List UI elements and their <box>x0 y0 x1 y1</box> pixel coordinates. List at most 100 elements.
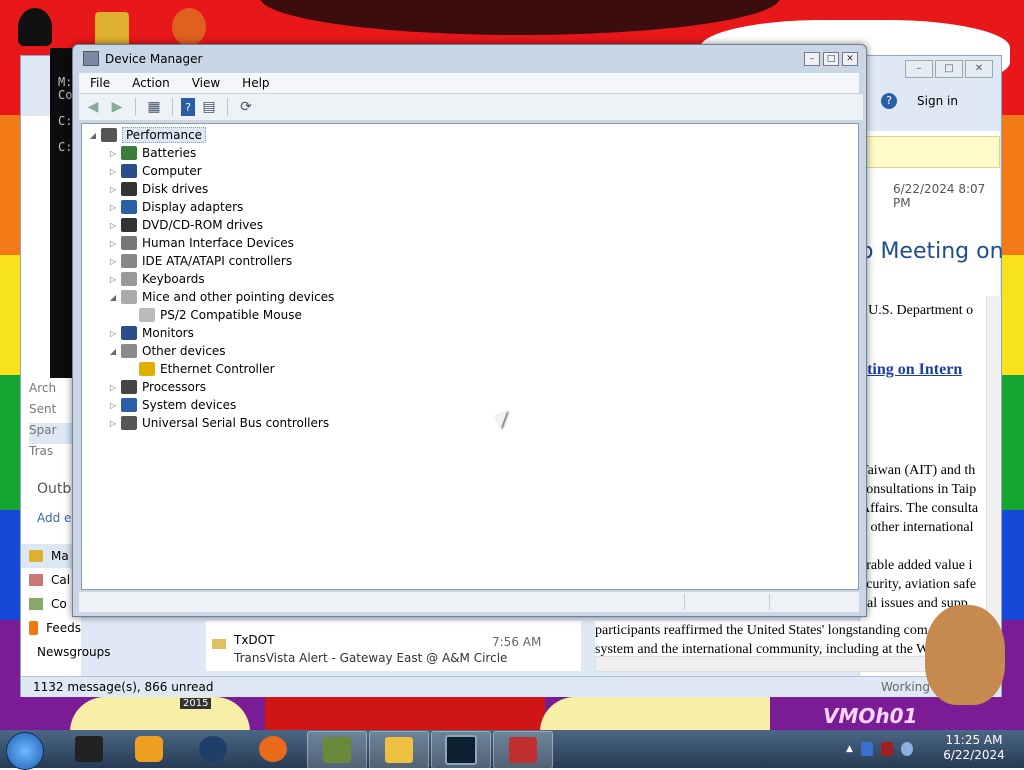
device-category[interactable]: ▷ Human Interface Devices <box>108 234 294 252</box>
message-sender[interactable]: TxDOT <box>234 633 274 647</box>
taskbar-clock[interactable]: 11:25 AM 6/22/2024 <box>942 733 1006 763</box>
message-link[interactable]: eting on Intern <box>860 361 962 379</box>
wallpaper-figure <box>265 697 545 732</box>
device-item[interactable]: PS/2 Compatible Mouse <box>126 306 302 324</box>
folder-item[interactable]: Spar <box>29 423 74 444</box>
device-tree: ◢ Performance ▷ Batteries ▷ Computer ▷ Disk d… <box>81 123 859 590</box>
collapsed-arrow-icon[interactable]: ▷ <box>108 221 118 230</box>
collapsed-arrow-icon[interactable]: ▷ <box>108 203 118 212</box>
menu-file[interactable]: File <box>79 76 121 90</box>
maximize-button[interactable]: □ <box>823 52 839 66</box>
device-category[interactable]: ▷ Display adapters <box>108 198 243 216</box>
device-manager-window[interactable]: Device Manager – □ ✕ File Action View He… <box>72 44 867 617</box>
wallpaper-figure <box>70 697 250 732</box>
device-category[interactable]: ▷ Disk drives <box>108 180 208 198</box>
device-label: Universal Serial Bus controllers <box>142 416 330 430</box>
toolbar-separator <box>227 98 228 116</box>
taskbar-app-network[interactable] <box>184 731 242 767</box>
device-category[interactable]: ▷ Keyboards <box>108 270 205 288</box>
device-icon <box>121 416 137 430</box>
device-category[interactable]: ▷ Universal Serial Bus controllers <box>108 414 329 432</box>
taskbar-app-outlook-express[interactable] <box>369 731 429 769</box>
status-segment <box>769 594 770 610</box>
taskbar-app-media-player[interactable] <box>120 731 178 767</box>
cmd-icon <box>445 735 477 765</box>
device-label: Monitors <box>142 326 194 340</box>
device-icon <box>121 326 137 340</box>
taskbar-app-cmd[interactable] <box>431 731 491 769</box>
taskbar-app-box[interactable] <box>307 731 367 769</box>
nav-item-newsgroups[interactable]: Newsgroups <box>21 640 111 664</box>
device-label: Keyboards <box>142 272 205 286</box>
folder-item[interactable]: Sent <box>29 402 74 423</box>
expanded-arrow-icon[interactable]: ◢ <box>108 293 118 302</box>
device-category[interactable]: ▷ Batteries <box>108 144 196 162</box>
scan-hardware-icon[interactable]: ⟳ <box>236 98 256 116</box>
message-date: 6/22/2024 8:07 PM <box>893 182 986 210</box>
folder-item[interactable]: Arch <box>29 381 74 402</box>
device-category[interactable]: ▷ DVD/CD-ROM drives <box>108 216 263 234</box>
close-button[interactable]: ✕ <box>842 52 858 66</box>
collapsed-arrow-icon[interactable]: ▷ <box>108 257 118 266</box>
device-icon <box>121 218 137 232</box>
device-label: Display adapters <box>142 200 244 214</box>
add-favorite-link[interactable]: Add e <box>37 511 71 525</box>
contacts-icon <box>29 598 43 610</box>
taskbar-app-firefox[interactable] <box>244 731 302 767</box>
minimize-button[interactable]: – <box>804 52 820 66</box>
taskbar-app-device-manager[interactable] <box>493 731 553 769</box>
network-tray-icon[interactable] <box>860 742 873 756</box>
expanded-arrow-icon[interactable]: ◢ <box>88 131 98 140</box>
collapsed-arrow-icon[interactable]: ▷ <box>108 419 118 428</box>
back-icon[interactable]: ◀ <box>83 98 103 116</box>
collapsed-arrow-icon[interactable]: ▷ <box>108 275 118 284</box>
action-center-icon[interactable] <box>880 742 893 756</box>
expanded-arrow-icon[interactable]: ◢ <box>108 347 118 356</box>
start-button[interactable] <box>6 732 44 770</box>
device-category[interactable]: ▷ System devices <box>108 396 236 414</box>
device-category[interactable]: ▷ IDE ATA/ATAPI controllers <box>108 252 292 270</box>
sign-in-link[interactable]: Sign in <box>917 94 958 108</box>
message-subject[interactable]: TransVista Alert - Gateway East @ A&M Ci… <box>234 651 507 665</box>
tree-root[interactable]: ◢ Performance <box>88 126 207 144</box>
app-desktop-icon[interactable] <box>172 8 206 46</box>
info-bar[interactable] <box>860 136 1000 168</box>
menu-action[interactable]: Action <box>121 76 181 90</box>
collapsed-arrow-icon[interactable]: ▷ <box>108 239 118 248</box>
collapsed-arrow-icon[interactable]: ▷ <box>108 329 118 338</box>
help-icon[interactable]: ? <box>181 98 195 116</box>
nav-item-feeds[interactable]: Feeds <box>21 616 81 640</box>
device-category[interactable]: ◢ Mice and other pointing devices <box>108 288 334 306</box>
collapsed-arrow-icon[interactable]: ▷ <box>108 149 118 158</box>
menu-view[interactable]: View <box>181 76 231 90</box>
maximize-button[interactable]: □ <box>935 60 963 78</box>
collapsed-arrow-icon[interactable]: ▷ <box>108 383 118 392</box>
device-item[interactable]: Ethernet Controller <box>126 360 275 378</box>
collapsed-arrow-icon[interactable]: ▷ <box>108 185 118 194</box>
minimize-button[interactable]: – <box>905 60 933 78</box>
collapsed-arrow-icon[interactable]: ▷ <box>108 401 118 410</box>
vertical-scrollbar[interactable] <box>986 296 1001 656</box>
folder-item[interactable]: Tras <box>29 444 74 465</box>
close-button[interactable]: ✕ <box>965 60 993 78</box>
show-hidden-icons-icon[interactable]: ▲ <box>846 744 853 754</box>
forward-icon[interactable]: ▶ <box>107 98 127 116</box>
device-label: Disk drives <box>142 182 209 196</box>
menu-help[interactable]: Help <box>231 76 280 90</box>
device-category[interactable]: ▷ Computer <box>108 162 202 180</box>
text-line: ecurity, aviation safe <box>860 577 977 592</box>
properties-icon[interactable]: ▤ <box>199 98 219 116</box>
show-hide-console-tree-icon[interactable]: ▦ <box>144 98 164 116</box>
device-category[interactable]: ▷ Processors <box>108 378 206 396</box>
device-category[interactable]: ◢ Other devices <box>108 342 226 360</box>
volume-icon[interactable] <box>900 742 913 756</box>
device-label: Computer <box>142 164 202 178</box>
text-line: erable added value i <box>860 558 973 573</box>
taskbar-app-explorer[interactable] <box>60 731 118 767</box>
collapsed-arrow-icon[interactable]: ▷ <box>108 167 118 176</box>
device-category[interactable]: ▷ Monitors <box>108 324 194 342</box>
help-icon[interactable]: ? <box>881 93 897 109</box>
outbox-heading[interactable]: Outb <box>37 481 71 497</box>
recycle-bin-icon[interactable] <box>18 8 52 46</box>
text-line: Taiwan (AIT) and th <box>860 463 976 478</box>
